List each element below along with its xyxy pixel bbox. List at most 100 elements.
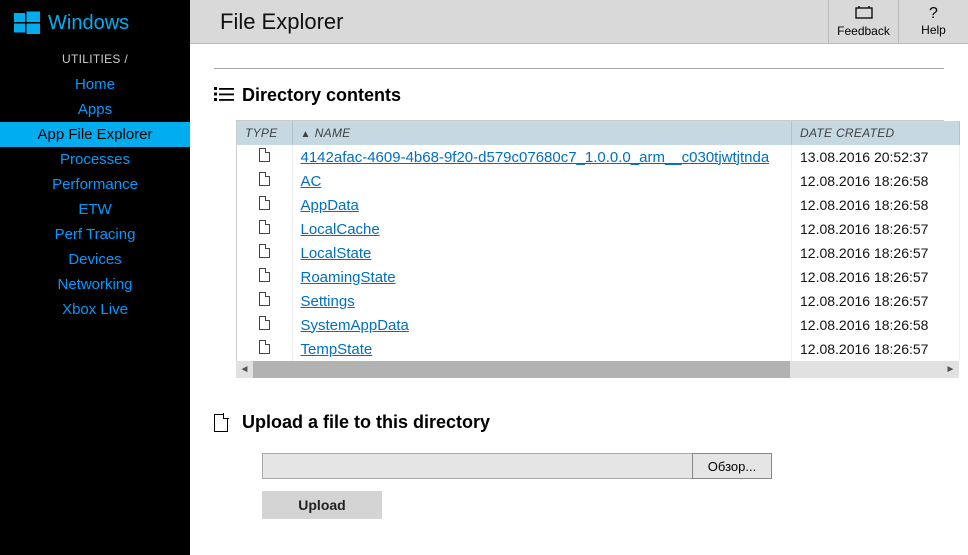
horizontal-scrollbar[interactable]: ◄ ►	[236, 361, 959, 378]
sidebar-item-app-file-explorer[interactable]: App File Explorer	[0, 122, 190, 147]
row-type-cell	[237, 313, 292, 337]
file-icon	[259, 196, 270, 210]
help-button[interactable]: ? Help	[898, 0, 968, 43]
folder-link[interactable]: SystemAppData	[301, 317, 409, 334]
scroll-left-icon[interactable]: ◄	[236, 361, 253, 378]
file-icon	[259, 292, 270, 306]
sidebar-item-perf-tracing[interactable]: Perf Tracing	[0, 222, 190, 247]
row-type-cell	[237, 289, 292, 313]
row-date-cell: 12.08.2016 18:26:57	[792, 217, 960, 241]
col-date-header[interactable]: DATE CREATED	[792, 121, 960, 145]
sidebar-item-processes[interactable]: Processes	[0, 147, 190, 172]
page-title: File Explorer	[190, 0, 343, 43]
file-icon	[259, 268, 270, 282]
table-row: 4142afac-4609-4b68-9f20-d579c07680c7_1.0…	[237, 145, 960, 169]
row-date-cell: 12.08.2016 18:26:57	[792, 337, 960, 361]
row-name-cell: LocalState	[292, 241, 792, 265]
row-date-cell: 12.08.2016 18:26:57	[792, 241, 960, 265]
row-type-cell	[237, 145, 292, 169]
sidebar-section-label: UTILITIES /	[0, 48, 190, 72]
table-row: TempState 12.08.2016 18:26:57	[237, 337, 960, 361]
brand-logo: Windows	[0, 0, 190, 48]
file-icon	[259, 220, 270, 234]
col-name-header[interactable]: ▲NAME	[292, 121, 792, 145]
row-date-cell: 12.08.2016 18:26:57	[792, 289, 960, 313]
folder-link[interactable]: AppData	[301, 197, 359, 214]
row-date-cell: 13.08.2016 20:52:37	[792, 145, 960, 169]
table-row: SystemAppData 12.08.2016 18:26:58	[237, 313, 960, 337]
row-name-cell: AppData	[292, 193, 792, 217]
file-icon	[259, 316, 270, 330]
col-type-header[interactable]: TYPE	[237, 121, 292, 145]
folder-link[interactable]: TempState	[301, 341, 373, 358]
scroll-track[interactable]	[253, 361, 942, 378]
row-name-cell: SystemAppData	[292, 313, 792, 337]
table-row: LocalCache 12.08.2016 18:26:57	[237, 217, 960, 241]
row-type-cell	[237, 217, 292, 241]
table-row: AC 12.08.2016 18:26:58	[237, 169, 960, 193]
feedback-label: Feedback	[837, 24, 890, 38]
upload-heading: Upload a file to this directory	[214, 412, 944, 433]
list-icon	[214, 86, 234, 105]
table-row: LocalState 12.08.2016 18:26:57	[237, 241, 960, 265]
sidebar-item-networking[interactable]: Networking	[0, 272, 190, 297]
row-type-cell	[237, 241, 292, 265]
file-table: TYPE ▲NAME DATE CREATED 4142afac-4609-4b…	[237, 121, 960, 361]
row-type-cell	[237, 337, 292, 361]
row-name-cell: Settings	[292, 289, 792, 313]
topbar: File Explorer Feedback ? Help	[190, 0, 968, 44]
row-name-cell: RoamingState	[292, 265, 792, 289]
row-name-cell: 4142afac-4609-4b68-9f20-d579c07680c7_1.0…	[292, 145, 792, 169]
main-area: File Explorer Feedback ? Help Directory …	[190, 0, 968, 555]
scroll-thumb[interactable]	[253, 361, 790, 378]
folder-link[interactable]: LocalState	[301, 245, 372, 262]
row-date-cell: 12.08.2016 18:26:58	[792, 193, 960, 217]
feedback-icon	[855, 5, 873, 23]
upload-title: Upload a file to this directory	[242, 412, 490, 433]
folder-link[interactable]: Settings	[301, 293, 355, 310]
row-name-cell: LocalCache	[292, 217, 792, 241]
directory-contents-title: Directory contents	[242, 85, 401, 106]
sidebar-item-home[interactable]: Home	[0, 72, 190, 97]
row-name-cell: TempState	[292, 337, 792, 361]
content: Directory contents TYPE ▲NAME DATE CREAT…	[190, 44, 968, 555]
file-path-display	[262, 453, 692, 479]
help-label: Help	[921, 23, 946, 37]
sidebar-nav: HomeAppsApp File ExplorerProcessesPerfor…	[0, 72, 190, 322]
brand-name: Windows	[48, 12, 129, 35]
upload-button[interactable]: Upload	[262, 491, 382, 519]
row-type-cell	[237, 193, 292, 217]
file-picker-row: Обзор...	[262, 453, 944, 479]
sort-asc-icon: ▲	[301, 129, 311, 140]
sidebar-item-etw[interactable]: ETW	[0, 197, 190, 222]
row-name-cell: AC	[292, 169, 792, 193]
help-icon: ?	[929, 6, 938, 22]
folder-link[interactable]: LocalCache	[301, 221, 380, 238]
scroll-right-icon[interactable]: ►	[942, 361, 959, 378]
sidebar-item-apps[interactable]: Apps	[0, 97, 190, 122]
document-icon	[214, 414, 228, 432]
divider	[214, 68, 944, 69]
folder-link[interactable]: RoamingState	[301, 269, 396, 286]
row-date-cell: 12.08.2016 18:26:58	[792, 313, 960, 337]
row-type-cell	[237, 169, 292, 193]
table-row: Settings 12.08.2016 18:26:57	[237, 289, 960, 313]
windows-icon	[14, 10, 40, 36]
folder-link[interactable]: AC	[301, 173, 322, 190]
folder-link[interactable]: 4142afac-4609-4b68-9f20-d579c07680c7_1.0…	[301, 149, 770, 166]
file-icon	[259, 244, 270, 258]
upload-section: Upload a file to this directory Обзор...…	[214, 412, 944, 519]
directory-contents-heading: Directory contents	[214, 85, 944, 106]
sidebar-item-xbox-live[interactable]: Xbox Live	[0, 297, 190, 322]
sidebar-item-devices[interactable]: Devices	[0, 247, 190, 272]
table-row: AppData 12.08.2016 18:26:58	[237, 193, 960, 217]
sidebar-item-performance[interactable]: Performance	[0, 172, 190, 197]
browse-button[interactable]: Обзор...	[692, 453, 772, 479]
row-date-cell: 12.08.2016 18:26:58	[792, 169, 960, 193]
sidebar: Windows UTILITIES / HomeAppsApp File Exp…	[0, 0, 190, 555]
file-table-wrap: TYPE ▲NAME DATE CREATED 4142afac-4609-4b…	[236, 120, 944, 361]
table-row: RoamingState12.08.2016 18:26:57	[237, 265, 960, 289]
row-type-cell	[237, 265, 292, 289]
feedback-button[interactable]: Feedback	[828, 0, 898, 43]
file-icon	[259, 340, 270, 354]
